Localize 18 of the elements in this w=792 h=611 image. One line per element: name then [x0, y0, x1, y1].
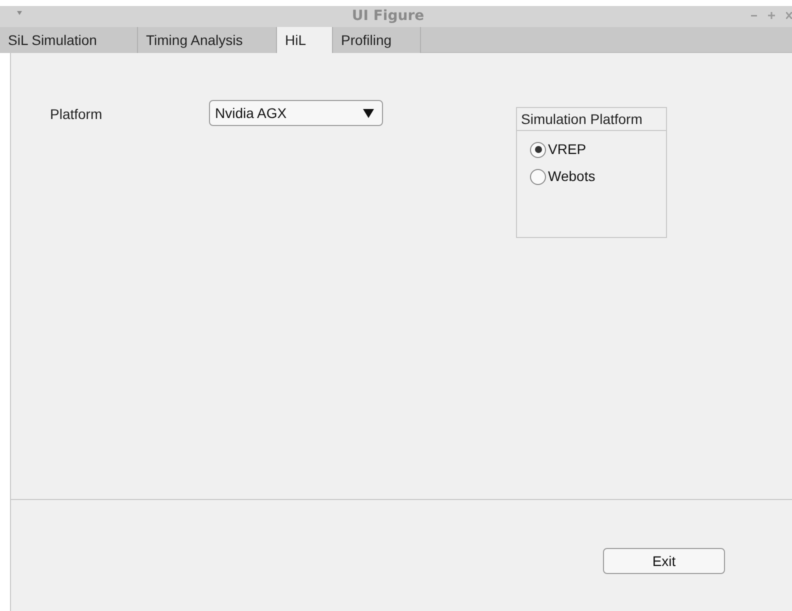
minimize-icon[interactable] [751, 15, 757, 17]
close-icon[interactable] [786, 12, 792, 19]
tab[interactable]: SiL Simulation [0, 27, 138, 53]
panel-title: Simulation Platform [517, 108, 666, 131]
tab[interactable]: HiL [277, 27, 333, 54]
platform-dropdown[interactable]: Nvidia AGX [209, 100, 383, 126]
maximize-icon[interactable] [768, 12, 775, 19]
radio-label: VREP [548, 140, 586, 159]
menu-caret-icon[interactable] [17, 11, 22, 15]
window-title: UI Figure [352, 7, 424, 26]
radio-label: Webots [548, 167, 596, 186]
radio-button[interactable] [530, 142, 546, 158]
platform-label: Platform [50, 105, 102, 124]
dropdown-arrow-icon [363, 108, 374, 118]
radio-button[interactable] [530, 168, 546, 184]
tab[interactable]: Timing Analysis [138, 27, 277, 53]
exit-button[interactable]: Exit [603, 548, 725, 574]
tab[interactable]: Profiling [333, 27, 421, 53]
